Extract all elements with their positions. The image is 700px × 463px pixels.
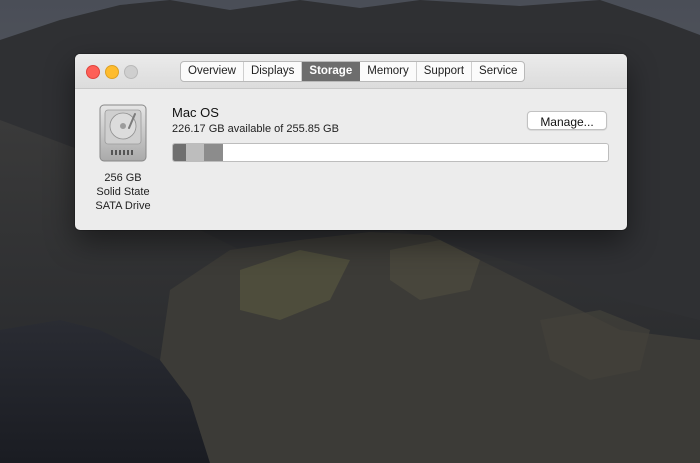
tab-overview[interactable]: Overview: [181, 62, 244, 81]
storage-segment-0: [173, 144, 186, 161]
close-window-button[interactable]: [86, 65, 100, 79]
manage-button[interactable]: Manage...: [527, 111, 607, 130]
tab-memory[interactable]: Memory: [360, 62, 417, 81]
volume-availability: 226.17 GB available of 255.85 GB: [172, 123, 339, 135]
tab-storage[interactable]: Storage: [302, 62, 361, 81]
hard-drive-icon: [99, 104, 147, 162]
tab-support[interactable]: Support: [417, 62, 473, 81]
disk-info: 256 GB Solid State SATA Drive: [75, 171, 171, 213]
storage-segment-2: [204, 144, 224, 161]
about-this-mac-window: Overview Displays Storage Memory Support…: [75, 54, 627, 230]
disk-type: Solid State: [96, 186, 150, 198]
storage-segment-1: [185, 144, 205, 161]
tab-bar: Overview Displays Storage Memory Support…: [180, 61, 526, 82]
disk-capacity: 256 GB: [104, 172, 142, 184]
storage-usage-bar: [172, 143, 609, 162]
tab-displays[interactable]: Displays: [244, 62, 303, 81]
minimize-window-button[interactable]: [105, 65, 119, 79]
title-bar: Overview Displays Storage Memory Support…: [75, 54, 627, 89]
zoom-window-button: [124, 65, 138, 79]
disk-interface: SATA Drive: [95, 200, 151, 212]
volume-name: Mac OS: [172, 105, 219, 120]
tab-service[interactable]: Service: [472, 62, 524, 81]
